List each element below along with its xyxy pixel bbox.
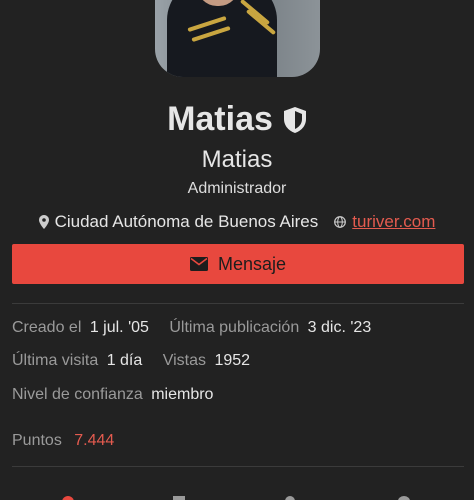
avatar-figure — [167, 0, 277, 77]
stat-created: Creado el 1 jul. '05 — [12, 319, 149, 336]
message-button-label: Mensaje — [217, 253, 287, 274]
envelope-icon — [189, 257, 208, 271]
website-link[interactable]: turiver.com — [352, 212, 435, 232]
location-text: Ciudad Autónoma de Buenos Aires — [54, 212, 319, 231]
user-icon[interactable] — [62, 496, 74, 500]
stat-points: Puntos 7.444 — [12, 432, 115, 449]
divider — [12, 466, 464, 467]
stat-last-post: Última publicación 3 dic. '23 — [169, 319, 372, 336]
profile-nav — [0, 490, 474, 500]
gear-icon[interactable] — [398, 496, 410, 500]
stats-row-trust: Nivel de confianza miembro — [12, 386, 464, 404]
stat-views: Vistas 1952 — [162, 352, 251, 369]
message-button[interactable]: Mensaje — [12, 244, 464, 284]
full-name: Matias — [201, 146, 273, 173]
shield-icon — [283, 106, 306, 133]
divider — [12, 303, 464, 304]
bell-icon[interactable] — [285, 496, 295, 500]
avatar[interactable] — [155, 0, 320, 77]
user-title: Administrador — [187, 180, 287, 197]
map-marker-icon — [38, 215, 49, 229]
globe-icon — [334, 216, 347, 228]
stat-last-seen: Última visita 1 día — [12, 352, 143, 369]
stats-row-dates: Creado el 1 jul. '05 Última publicación … — [12, 319, 464, 337]
username: Matias — [167, 100, 273, 138]
stats-row-activity: Última visita 1 día Vistas 1952 — [12, 352, 464, 370]
activity-icon[interactable] — [173, 496, 185, 500]
profile-meta: Ciudad Autónoma de Buenos Aires turiver.… — [0, 212, 474, 232]
stats-row-points: Puntos 7.444 — [12, 432, 464, 450]
user-profile-page: Matias Matias Administrador Ciudad Autón… — [0, 0, 474, 500]
username-row: Matias — [0, 100, 474, 139]
stat-trust-level: Nivel de confianza miembro — [12, 386, 214, 403]
